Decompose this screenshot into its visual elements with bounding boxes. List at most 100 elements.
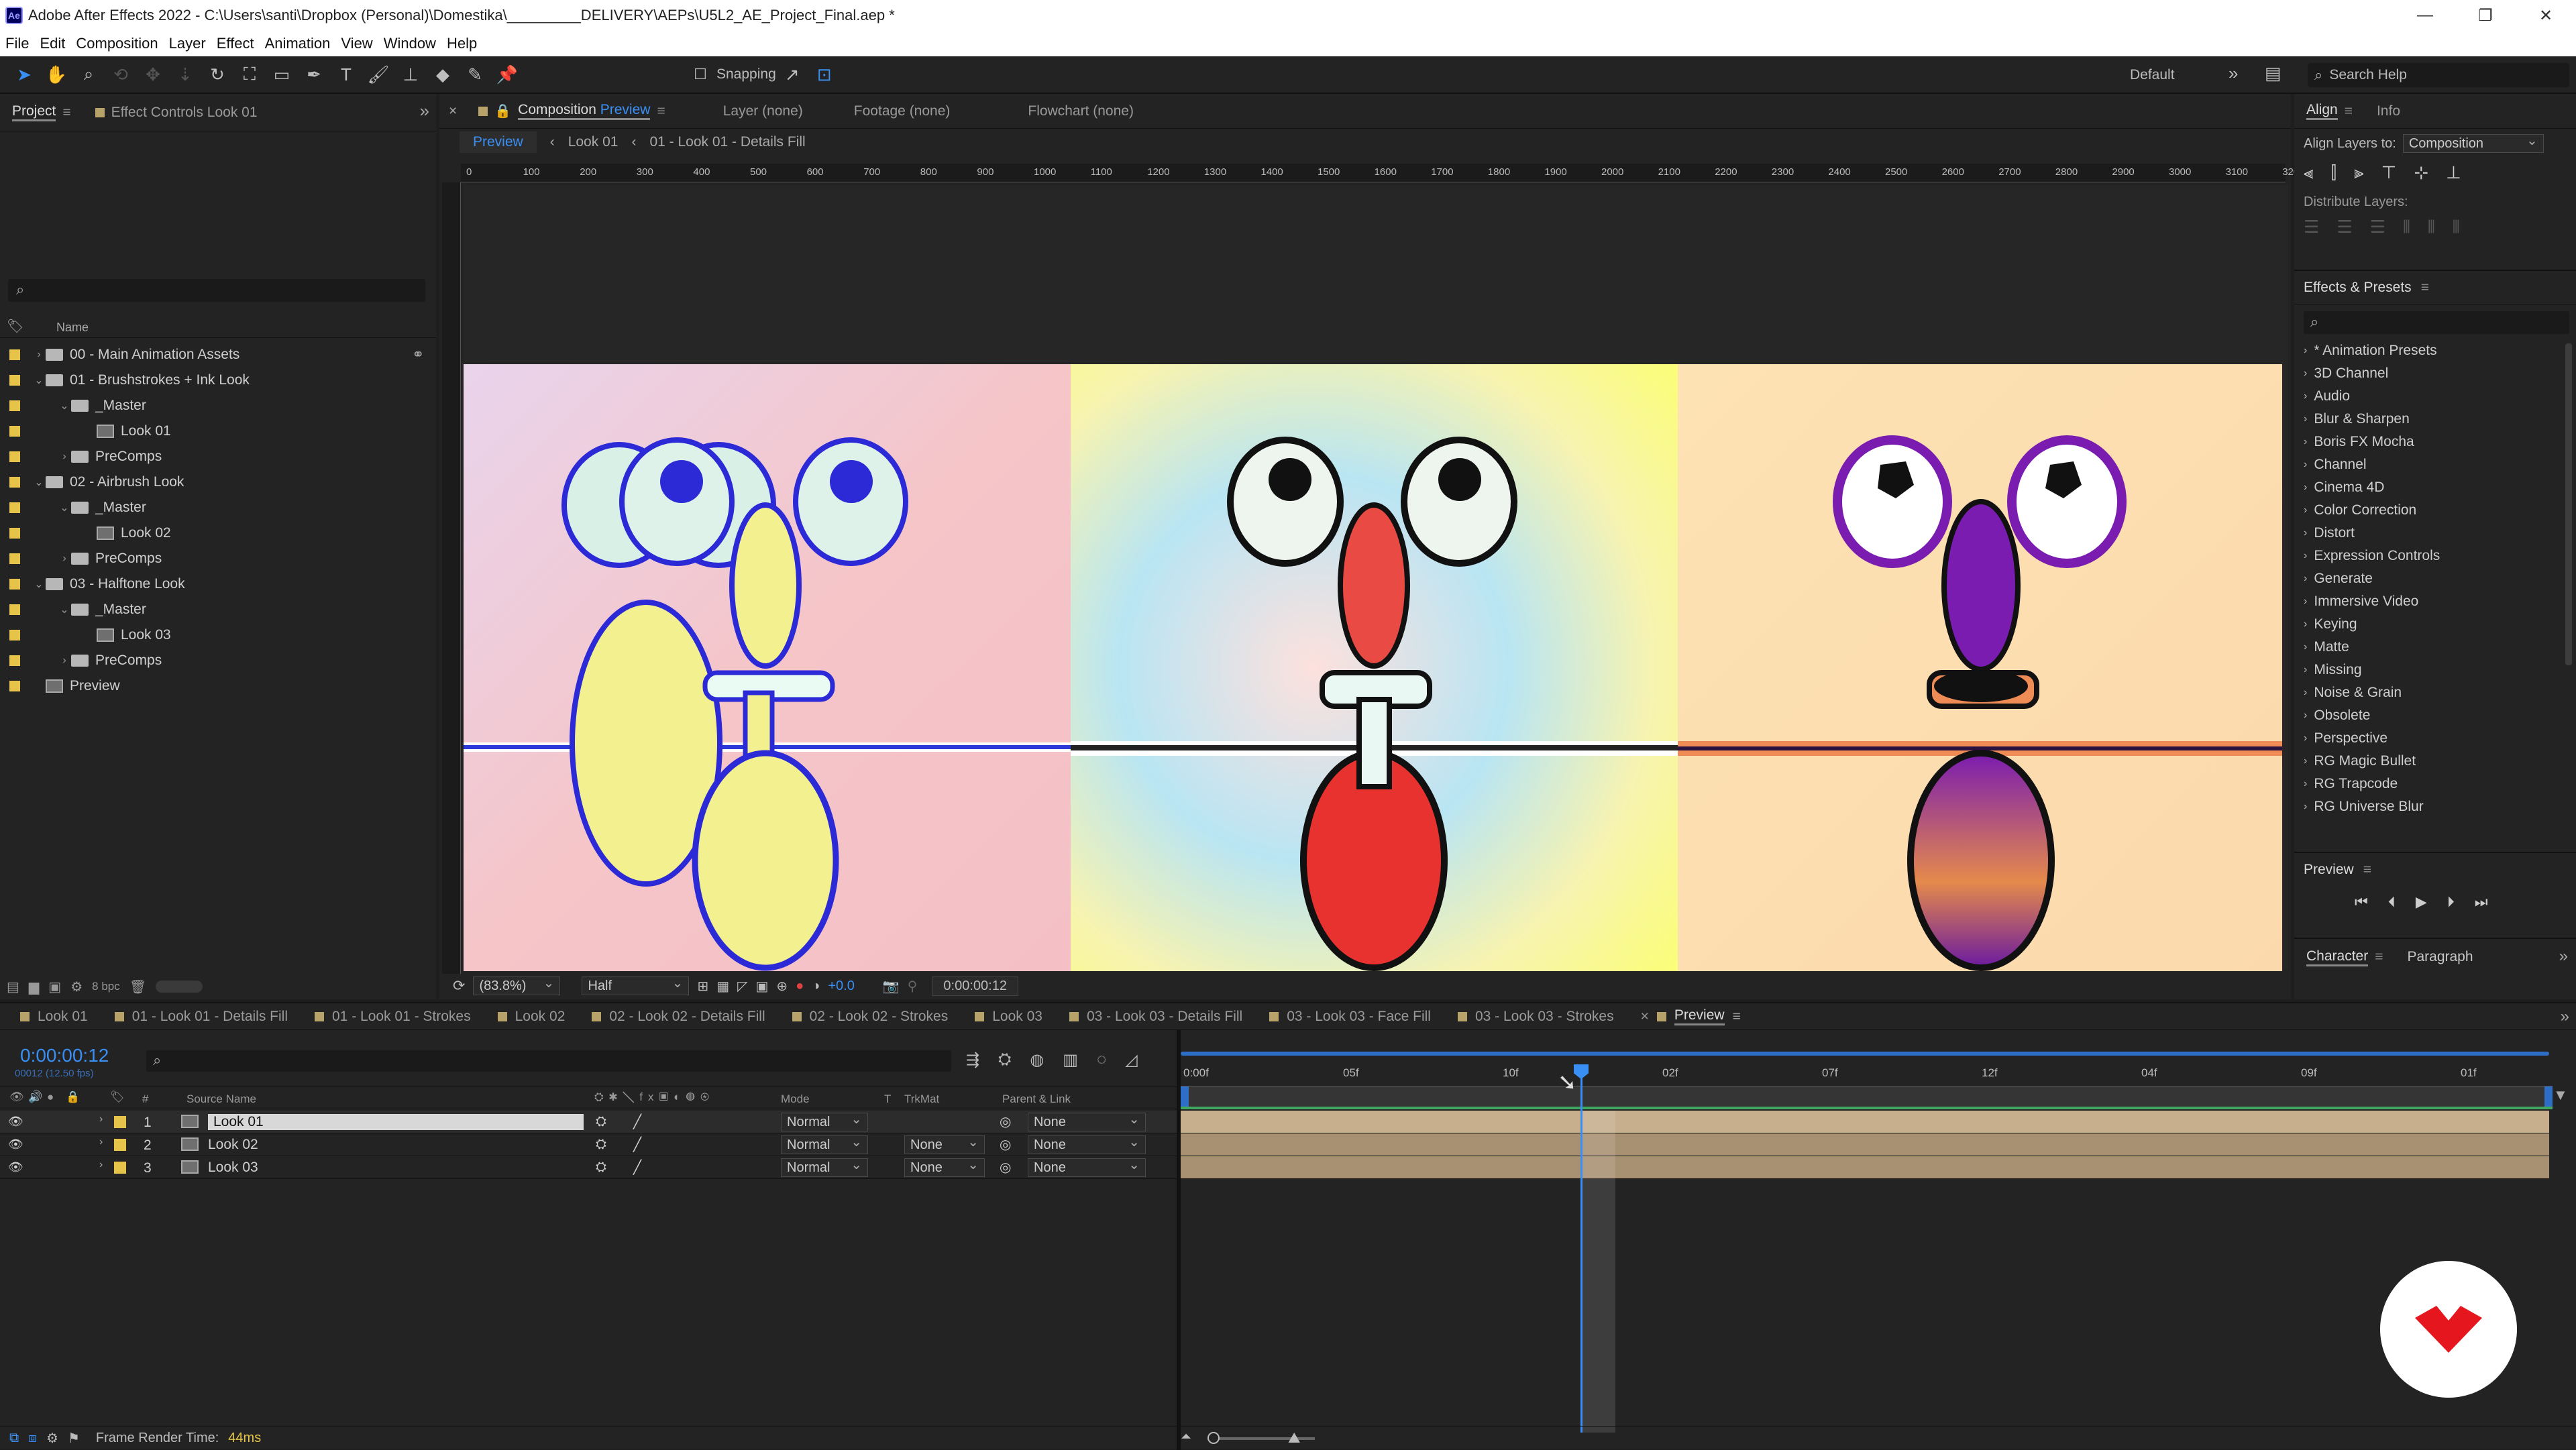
distribute-top-icon[interactable]: ☰ <box>2304 217 2319 238</box>
motion-blur-icon[interactable]: ◌ <box>1097 1050 1106 1070</box>
tab-layer[interactable]: Layer (none) <box>711 93 815 130</box>
eye-icon[interactable]: 👁 <box>8 1160 23 1174</box>
time-navigator[interactable] <box>1181 1086 2553 1107</box>
menu-help[interactable]: Help <box>447 35 477 52</box>
breadcrumb-details-fill[interactable]: 01 - Look 01 - Details Fill <box>649 134 805 150</box>
exposure-value[interactable]: +0.0 <box>828 979 854 994</box>
comp-marker-bin-icon[interactable]: ▼ <box>2553 1086 2573 1107</box>
chevron-right-icon[interactable]: › <box>58 451 71 463</box>
pick-whip-icon[interactable]: ◎ <box>1000 1159 1011 1176</box>
pick-whip-icon[interactable]: ◎ <box>1000 1136 1011 1153</box>
panel-menu-icon[interactable]: ≡ <box>1733 1009 1741 1025</box>
orbit-tool-icon[interactable]: ⟲ <box>107 61 134 88</box>
tab-character[interactable]: Character ≡ <box>2294 938 2395 976</box>
label-color-swatch[interactable] <box>9 375 20 386</box>
tab-composition[interactable]: 🔒 Composition Preview ≡ <box>466 93 677 130</box>
timeline-tab[interactable]: 01 - Look 01 - Strokes <box>301 1003 484 1030</box>
project-item-folder[interactable]: ⌄ 03 - Halftone Look <box>0 571 436 597</box>
eye-icon[interactable]: 👁 <box>8 1137 23 1152</box>
layer-name[interactable]: Look 03 <box>208 1160 258 1176</box>
workspace-label[interactable]: Default <box>2130 67 2175 83</box>
align-top-icon[interactable]: ⊤ <box>2381 162 2397 184</box>
playhead[interactable] <box>1574 1064 1589 1433</box>
previous-frame-icon[interactable]: ⏴ <box>2388 893 2396 911</box>
blend-mode-dropdown[interactable]: Normal <box>781 1156 868 1177</box>
snap-edges-icon[interactable]: ↗ <box>779 61 806 88</box>
first-frame-icon[interactable]: ⏮ <box>2355 893 2368 911</box>
menu-window[interactable]: Window <box>384 35 436 52</box>
bit-depth-label[interactable]: 8 bpc <box>92 980 120 993</box>
chevron-right-icon[interactable]: › <box>99 1159 103 1171</box>
timeline-tab[interactable]: × Preview ≡ <box>1627 1003 1754 1030</box>
quality-switch-icon[interactable]: ╱ <box>633 1136 641 1153</box>
tab-effect-controls[interactable]: Effect Controls Look 01 <box>83 94 270 131</box>
timeline-tab[interactable]: 02 - Look 02 - Details Fill <box>578 1003 778 1030</box>
restore-button[interactable]: ❐ <box>2455 0 2516 31</box>
layer-row[interactable]: 👁 › 2 Look 02 ⛭ ╱ Normal None ◎ None <box>0 1133 1177 1156</box>
tab-footage[interactable]: Footage (none) <box>842 93 963 130</box>
distribute-vcenter-icon[interactable]: ☰ <box>2337 217 2352 238</box>
menu-composition[interactable]: Composition <box>76 35 158 52</box>
project-item-comp[interactable]: Preview <box>0 673 436 699</box>
selection-tool-icon[interactable]: ➤ <box>11 61 38 88</box>
effects-category-item[interactable]: › Missing <box>2294 659 2563 681</box>
workspace-panel-icon[interactable]: ▤ <box>2265 63 2282 84</box>
draft-3d-icon[interactable]: ⛭ <box>998 1050 1011 1070</box>
quality-switch-icon[interactable]: ╱ <box>633 1113 641 1130</box>
align-vertical-center-icon[interactable]: ⊹ <box>2414 162 2428 184</box>
last-frame-icon[interactable]: ⏭ <box>2475 893 2488 911</box>
distribute-right-icon[interactable]: ⫴ <box>2453 217 2460 238</box>
shy-layers-icon[interactable]: ◍ <box>1030 1050 1044 1070</box>
project-item-folder[interactable]: ⌄ _Master <box>0 495 436 520</box>
thumbnail-slider[interactable] <box>156 981 203 993</box>
always-preview-icon[interactable]: ⟳ <box>453 977 465 995</box>
label-color-swatch[interactable] <box>9 579 20 590</box>
dolly-tool-icon[interactable]: ⇣ <box>172 61 199 88</box>
label-color-swatch[interactable] <box>9 655 20 666</box>
transparency-grid-icon[interactable]: ▦ <box>716 978 729 995</box>
layer-label-swatch[interactable] <box>114 1116 126 1128</box>
effects-category-item[interactable]: › * Animation Presets <box>2294 339 2563 362</box>
layer-bar-look-03[interactable] <box>1181 1156 2549 1179</box>
puppet-tool-icon[interactable]: 📌 <box>494 61 521 88</box>
effects-category-item[interactable]: › RG Trapcode <box>2294 773 2563 795</box>
panel-overflow-icon[interactable]: » <box>2561 1007 2569 1026</box>
panel-overflow-icon[interactable]: » <box>2559 947 2568 966</box>
project-item-folder[interactable]: ⌄ _Master <box>0 393 436 419</box>
parent-dropdown[interactable]: None <box>1028 1133 1146 1154</box>
effects-scrollbar[interactable] <box>2565 343 2572 665</box>
frame-blending-icon[interactable]: ▥ <box>1063 1050 1078 1070</box>
comp-viewer[interactable] <box>464 185 2288 971</box>
menu-view[interactable]: View <box>341 35 372 52</box>
timeline-tab[interactable]: Look 01 <box>7 1003 101 1030</box>
play-icon[interactable]: ▶ <box>2416 893 2427 911</box>
eraser-tool-icon[interactable]: ◆ <box>429 61 456 88</box>
distribute-hcenter-icon[interactable]: ⫴ <box>2428 217 2435 238</box>
close-window-button[interactable]: ✕ <box>2516 0 2576 31</box>
effects-category-item[interactable]: › RG Magic Bullet <box>2294 750 2563 773</box>
snapshot-camera-icon[interactable]: 📷 <box>883 978 900 995</box>
collapse-transform-icon[interactable]: ⛭ <box>596 1114 606 1129</box>
label-color-swatch[interactable] <box>9 604 20 615</box>
clone-stamp-tool-icon[interactable]: ⊥ <box>397 61 424 88</box>
guides-icon[interactable]: ▣ <box>756 978 769 995</box>
eye-icon[interactable]: 👁 <box>8 1115 23 1129</box>
color-channels-icon[interactable]: ● <box>796 979 804 994</box>
zoom-dropdown[interactable]: (83.8%) <box>473 974 561 995</box>
timeline-tab[interactable]: 03 - Look 03 - Details Fill <box>1056 1003 1256 1030</box>
project-item-folder[interactable]: ⌄ 02 - Airbrush Look <box>0 469 436 495</box>
tab-project[interactable]: Project ≡ <box>0 94 83 131</box>
label-color-swatch[interactable] <box>9 349 20 360</box>
project-item-comp[interactable]: Look 01 <box>0 419 436 444</box>
resolution-dropdown[interactable]: Half <box>582 974 690 995</box>
new-composition-icon[interactable]: ▣ <box>48 979 61 995</box>
chevron-down-icon[interactable]: ⌄ <box>58 399 71 412</box>
align-right-icon[interactable]: ⫸ <box>2354 162 2364 184</box>
effects-category-item[interactable]: › Expression Controls <box>2294 545 2563 567</box>
panel-overflow-icon[interactable]: » <box>420 101 429 121</box>
layer-bar-look-01[interactable] <box>1181 1111 2549 1133</box>
layer-row[interactable]: 👁 › 3 Look 03 ⛭ ╱ Normal None ◎ None <box>0 1156 1177 1179</box>
effects-category-item[interactable]: › Matte <box>2294 636 2563 659</box>
quality-switch-icon[interactable]: ╱ <box>633 1159 641 1176</box>
chevron-down-icon[interactable]: ⌄ <box>32 577 46 591</box>
